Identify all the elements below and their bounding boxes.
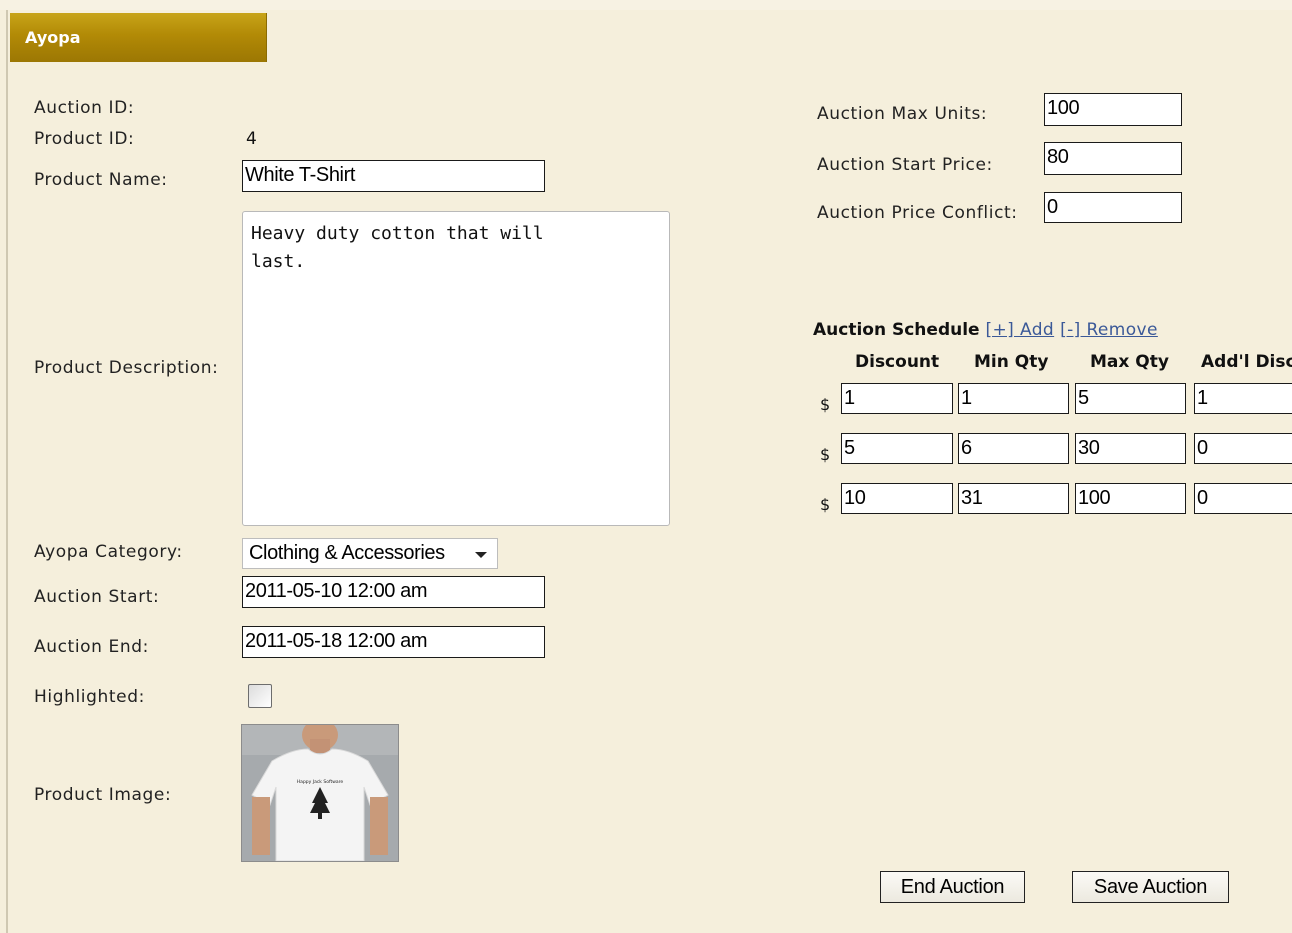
auction-schedule-heading: Auction Schedule [+] Add [-] Remove xyxy=(813,320,1158,340)
product-name-label: Product Name: xyxy=(34,170,168,190)
auction-start-label: Auction Start: xyxy=(34,587,160,607)
auction-schedule-title: Auction Schedule xyxy=(813,320,980,340)
highlighted-label: Highlighted: xyxy=(34,687,145,707)
schedule-min-qty-input[interactable]: 31 xyxy=(958,483,1069,514)
max-units-input[interactable]: 100 xyxy=(1044,93,1182,126)
column-header-discount: Discount xyxy=(855,352,940,372)
product-image: Happy Jack Software xyxy=(241,724,399,862)
column-header-min-qty: Min Qty xyxy=(974,352,1049,372)
category-select[interactable]: Clothing & Accessories xyxy=(242,538,498,569)
product-description-textarea[interactable]: Heavy duty cotton that will last. xyxy=(242,211,670,526)
product-description-label: Product Description: xyxy=(34,358,219,378)
chevron-down-icon xyxy=(475,552,487,558)
schedule-max-qty-input[interactable]: 5 xyxy=(1075,383,1186,414)
remove-schedule-link[interactable]: [-] Remove xyxy=(1060,320,1158,340)
auction-start-input[interactable]: 2011-05-10 12:00 am xyxy=(242,576,545,608)
currency-symbol: $ xyxy=(820,495,831,514)
add-schedule-link[interactable]: [+] Add xyxy=(986,320,1055,340)
schedule-discount-input[interactable]: 1 xyxy=(841,383,953,414)
column-header-addl-disc: Add'l Disc xyxy=(1201,352,1292,372)
schedule-addl-disc-input[interactable]: 0 xyxy=(1194,483,1292,514)
highlighted-checkbox[interactable] xyxy=(248,684,272,708)
auction-end-input[interactable]: 2011-05-18 12:00 am xyxy=(242,626,545,658)
top-edge xyxy=(0,0,1292,10)
start-price-label: Auction Start Price: xyxy=(817,155,993,175)
panel-title-tab: Ayopa xyxy=(10,13,267,62)
ayopa-category-label: Ayopa Category: xyxy=(34,542,183,562)
start-price-input[interactable]: 80 xyxy=(1044,142,1182,175)
schedule-min-qty-input[interactable]: 1 xyxy=(958,383,1069,414)
schedule-max-qty-input[interactable]: 100 xyxy=(1075,483,1186,514)
price-conflict-label: Auction Price Conflict: xyxy=(817,203,1018,223)
save-auction-button[interactable]: Save Auction xyxy=(1072,871,1229,903)
schedule-discount-input[interactable]: 10 xyxy=(841,483,953,514)
schedule-addl-disc-input[interactable]: 1 xyxy=(1194,383,1292,414)
column-header-max-qty: Max Qty xyxy=(1090,352,1169,372)
product-id-label: Product ID: xyxy=(34,129,135,149)
schedule-discount-input[interactable]: 5 xyxy=(841,433,953,464)
product-id-value: 4 xyxy=(246,129,257,149)
currency-symbol: $ xyxy=(820,395,831,414)
price-conflict-input[interactable]: 0 xyxy=(1044,192,1182,223)
auction-edit-page: Ayopa Auction ID: Product ID: 4 Product … xyxy=(0,0,1292,933)
schedule-max-qty-input[interactable]: 30 xyxy=(1075,433,1186,464)
schedule-min-qty-input[interactable]: 6 xyxy=(958,433,1069,464)
max-units-label: Auction Max Units: xyxy=(817,104,988,124)
shirt-print-text: Happy Jack Software xyxy=(297,779,344,785)
left-border xyxy=(6,10,8,933)
tshirt-photo: Happy Jack Software xyxy=(242,725,398,861)
category-selected-value: Clothing & Accessories xyxy=(249,542,445,564)
product-name-input[interactable]: White T-Shirt xyxy=(242,160,545,192)
end-auction-button[interactable]: End Auction xyxy=(880,871,1025,903)
product-image-label: Product Image: xyxy=(34,785,172,805)
auction-id-label: Auction ID: xyxy=(34,98,135,118)
schedule-addl-disc-input[interactable]: 0 xyxy=(1194,433,1292,464)
auction-end-label: Auction End: xyxy=(34,637,149,657)
currency-symbol: $ xyxy=(820,445,831,464)
